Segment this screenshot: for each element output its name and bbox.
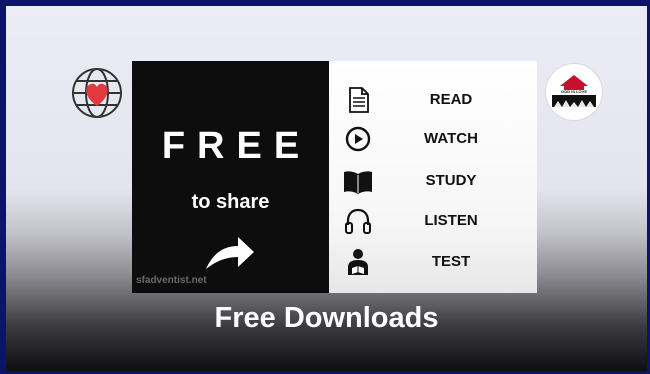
site-watermark: sfadventist.net [136,275,207,286]
menu-label: WATCH [424,130,478,147]
badge-text: GOD IS LOVE [560,89,587,94]
open-book-icon [344,171,372,194]
play-circle-icon [345,126,371,152]
headphones-icon [345,208,371,234]
menu-label: LISTEN [424,212,478,229]
document-icon [349,87,369,113]
menu-label: TEST [431,253,471,270]
free-headline: FREE [161,125,312,167]
menu-card-right: READ WATCH STUDY LISTEN TEST [329,61,537,293]
menu-label: READ [429,91,473,108]
god-is-love-badge: GOD IS LOVE [546,64,602,120]
share-arrow-icon [206,237,254,269]
menu-item-read[interactable]: READ [329,81,537,117]
menu-item-study[interactable]: STUDY [329,162,537,198]
reader-icon [348,249,368,275]
thumbnail-frame[interactable]: GOD IS LOVE FREE to share sfadventist.ne… [3,3,650,374]
menu-item-listen[interactable]: LISTEN [329,202,537,238]
video-caption: Free Downloads [214,302,439,334]
globe-heart-icon [72,68,122,118]
to-share-text: to share [191,191,270,213]
free-card-left: FREE to share sfadventist.net [132,61,329,293]
menu-label: STUDY [425,172,477,189]
menu-item-test[interactable]: TEST [329,243,537,279]
menu-item-watch[interactable]: WATCH [329,120,537,156]
